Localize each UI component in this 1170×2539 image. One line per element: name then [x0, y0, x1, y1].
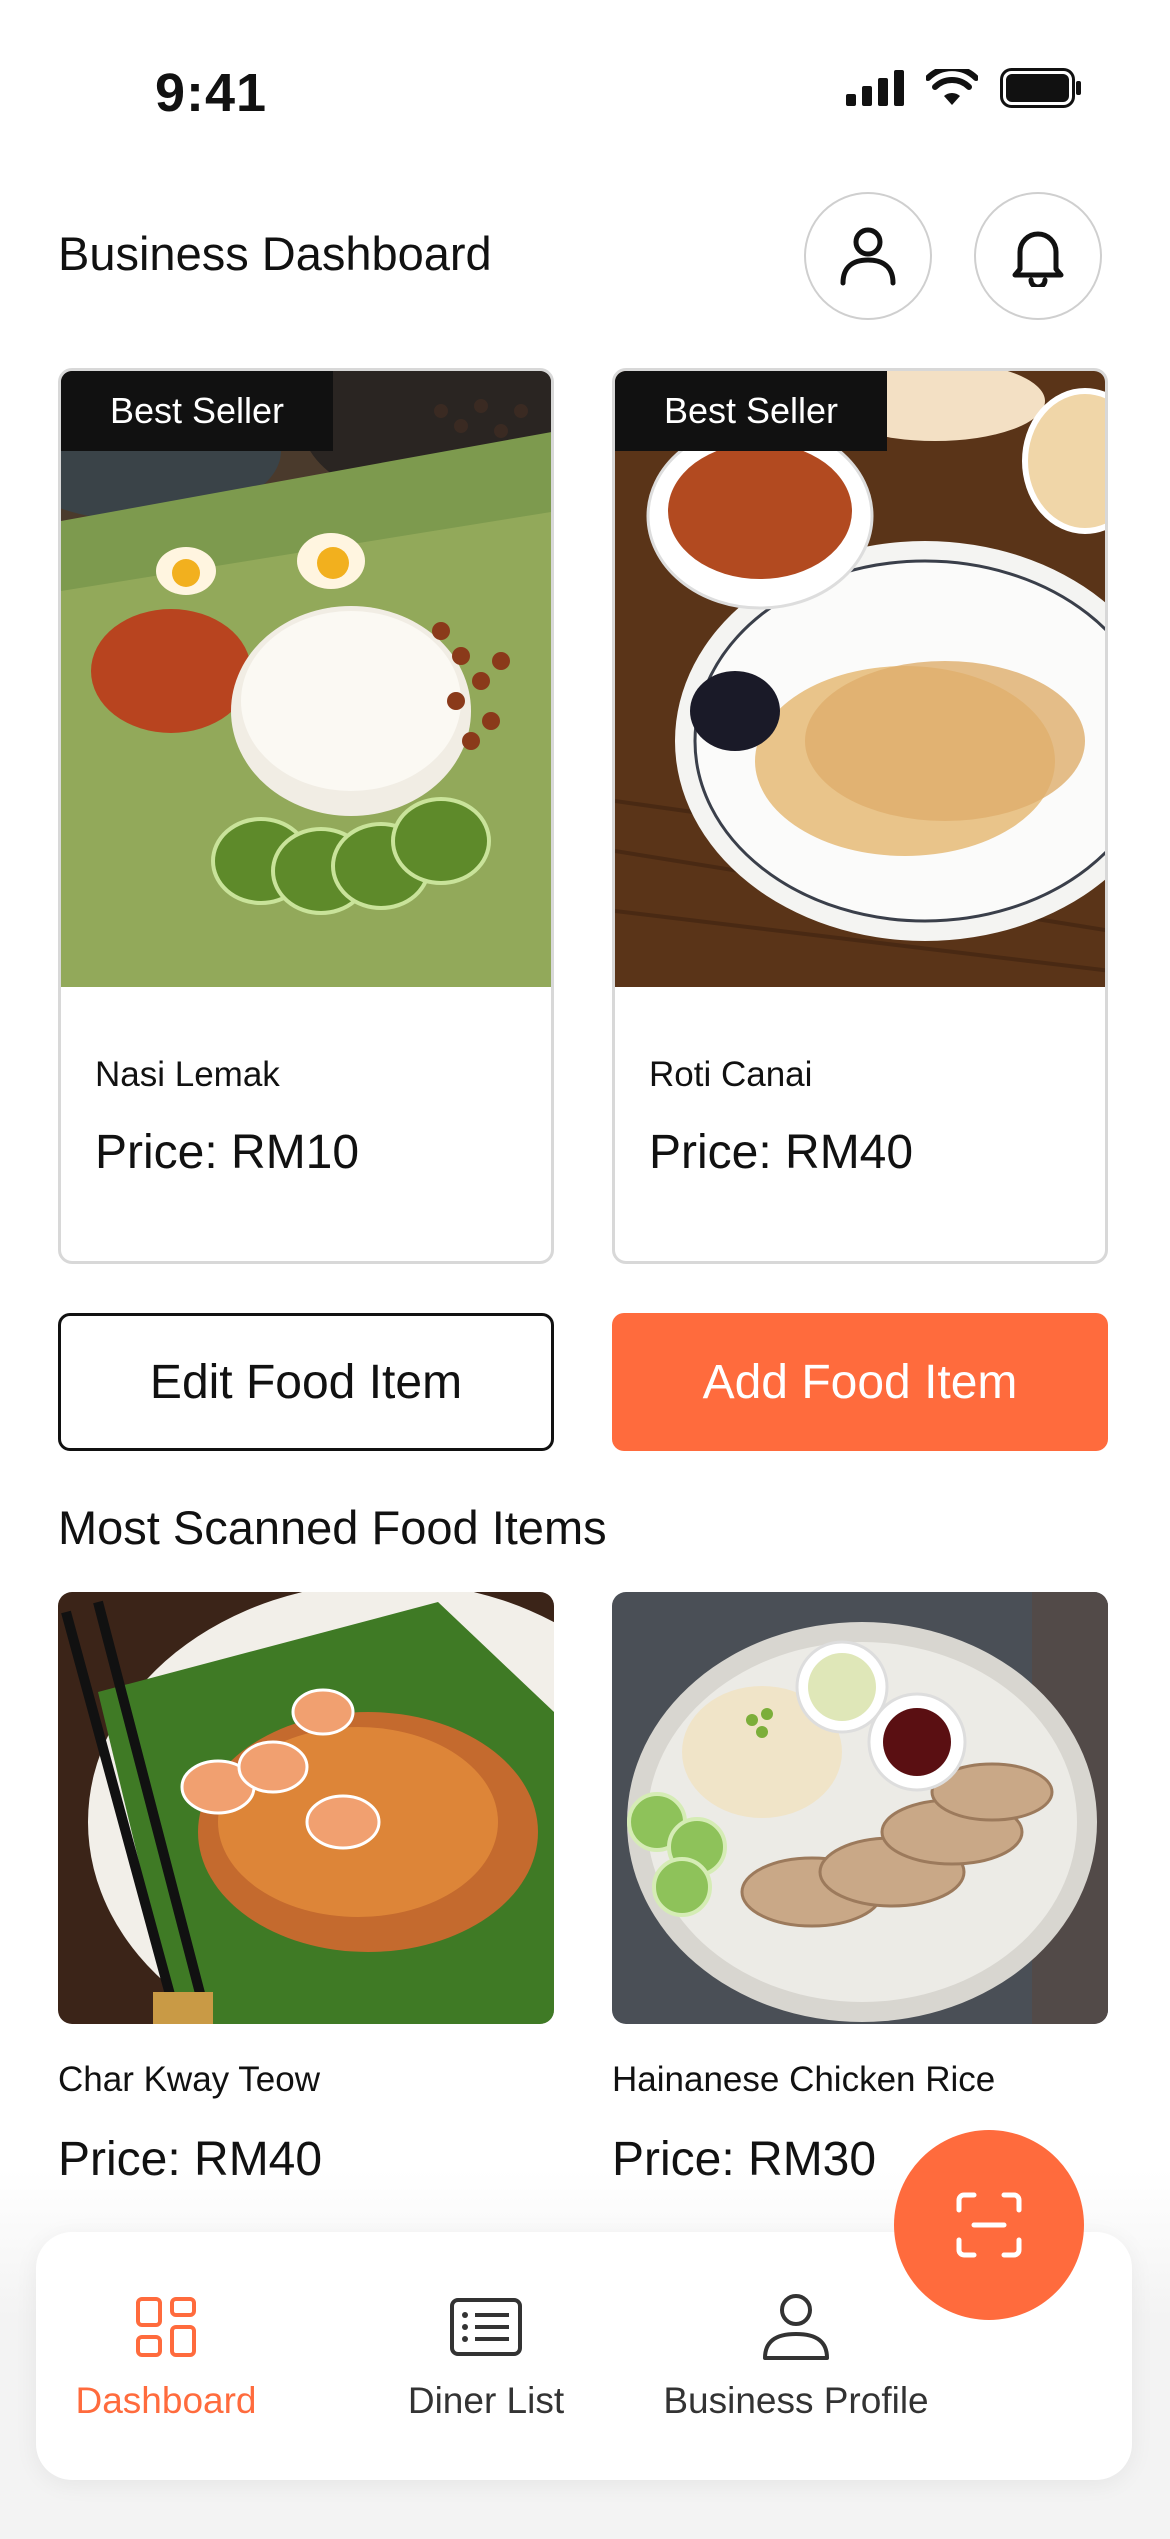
battery-icon — [1000, 68, 1081, 108]
person-icon — [763, 2294, 829, 2360]
best-seller-badge: Best Seller — [615, 371, 887, 451]
nav-label: Dashboard — [75, 2380, 257, 2421]
status-bar: 9:41 — [0, 0, 1170, 180]
food-name: Roti Canai — [649, 1055, 813, 1094]
status-time: 9:41 — [155, 63, 268, 123]
food-price: Price: RM10 — [95, 1126, 360, 1179]
nav-label: Diner List — [407, 2380, 565, 2421]
bell-icon — [1012, 231, 1064, 287]
list-icon — [450, 2298, 522, 2356]
food-card-roti-canai[interactable]: Best Seller Roti Canai Price: RM40 — [612, 368, 1108, 1264]
add-food-item-button[interactable]: Add Food Item — [612, 1313, 1108, 1451]
edit-food-item-button[interactable]: Edit Food Item — [58, 1313, 554, 1451]
status-icons — [846, 68, 1082, 108]
page-title: Business Dashboard — [58, 227, 492, 280]
scan-qr-button[interactable] — [894, 2130, 1084, 2320]
food-photo-roti-canai — [615, 371, 1105, 987]
grid-icon — [136, 2297, 196, 2357]
user-icon — [840, 227, 896, 286]
food-photo-hainanese-chicken-rice[interactable] — [612, 1592, 1108, 2024]
nav-item-diner-list[interactable]: Diner List — [386, 2232, 586, 2480]
food-card-nasi-lemak[interactable]: Best Seller Nasi Lemak Price: RM10 — [58, 368, 554, 1264]
nav-label: Business Profile — [663, 2380, 929, 2421]
best-seller-badge: Best Seller — [61, 371, 333, 451]
food-name: Nasi Lemak — [95, 1055, 280, 1094]
food-price: Price: RM40 — [649, 1126, 914, 1179]
food-photo-char-kway-teow[interactable] — [58, 1592, 554, 2024]
profile-button[interactable] — [804, 192, 932, 320]
notifications-button[interactable] — [974, 192, 1102, 320]
scanned-food-name: Char Kway Teow — [58, 2060, 320, 2099]
wifi-icon — [926, 69, 978, 105]
scan-icon — [956, 2192, 1022, 2258]
nav-item-dashboard[interactable]: Dashboard — [66, 2232, 266, 2480]
food-photo-nasi-lemak — [61, 371, 551, 987]
section-title-most-scanned: Most Scanned Food Items — [58, 1501, 607, 1554]
signal-icon — [846, 70, 904, 106]
scanned-food-name: Hainanese Chicken Rice — [612, 2060, 996, 2099]
